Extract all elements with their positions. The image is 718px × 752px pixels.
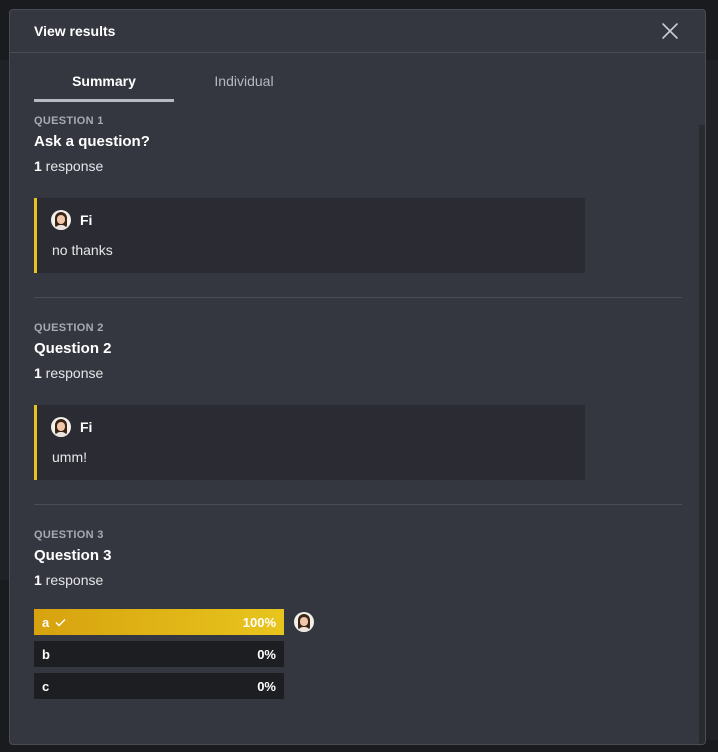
- poll-option-b: b 0%: [34, 641, 682, 667]
- question-title: Question 3: [34, 547, 112, 564]
- poll-bar: c 0%: [34, 673, 284, 699]
- question-label: QUESTION 3: [34, 529, 104, 541]
- modal-title: View results: [34, 23, 116, 39]
- question-title: Question 2: [34, 340, 112, 357]
- poll-option-label: a: [42, 615, 50, 630]
- respondent-name: Fi: [80, 419, 93, 435]
- question-label: QUESTION 2: [34, 322, 104, 334]
- backdrop-panel-right: [706, 60, 718, 740]
- poll-bar: b 0%: [34, 641, 284, 667]
- question-3: QUESTION 3 Question 3 1 response a 100% …: [34, 505, 682, 699]
- view-results-modal: View results Summary Individual QUESTION…: [9, 9, 706, 745]
- question-2: QUESTION 2 Question 2 1 response Fi umm!: [34, 298, 682, 505]
- question-1: QUESTION 1 Ask a question? 1 response Fi…: [34, 103, 682, 298]
- poll-option-a: a 100%: [34, 609, 682, 635]
- poll-percent: 100%: [242, 615, 276, 630]
- poll-percent: 0%: [257, 647, 276, 662]
- response-count-number: 1: [34, 365, 42, 381]
- poll-results: a 100% b 0% c 0%: [34, 609, 682, 699]
- avatar: [51, 210, 71, 230]
- response-count-suffix: response: [41, 365, 104, 381]
- response-count-suffix: response: [41, 572, 104, 588]
- respondent-name: Fi: [80, 212, 93, 228]
- results-tabs: Summary Individual: [34, 53, 705, 102]
- response-text: umm!: [52, 449, 87, 465]
- scrollbar[interactable]: [699, 125, 705, 744]
- response-count-number: 1: [34, 158, 42, 174]
- response-card: Fi umm!: [34, 405, 585, 480]
- poll-percent: 0%: [257, 679, 276, 694]
- response-count-number: 1: [34, 572, 42, 588]
- response-count: 1 response: [34, 365, 682, 381]
- response-card: Fi no thanks: [34, 198, 585, 273]
- poll-option-label: b: [42, 647, 50, 662]
- poll-option-c: c 0%: [34, 673, 682, 699]
- response-count: 1 response: [34, 158, 682, 174]
- tab-individual[interactable]: Individual: [174, 53, 314, 102]
- question-title: Ask a question?: [34, 133, 150, 150]
- voter-avatar[interactable]: [294, 612, 314, 632]
- results-scroll-area[interactable]: QUESTION 1 Ask a question? 1 response Fi…: [10, 103, 705, 744]
- check-icon: [55, 618, 66, 627]
- question-label: QUESTION 1: [34, 115, 104, 127]
- response-count-suffix: response: [41, 158, 104, 174]
- response-text: no thanks: [52, 242, 113, 258]
- close-button[interactable]: [661, 22, 679, 40]
- modal-header: View results: [10, 10, 705, 53]
- poll-option-label: c: [42, 679, 50, 694]
- tab-summary[interactable]: Summary: [34, 53, 174, 102]
- response-count: 1 response: [34, 572, 682, 588]
- poll-bar: a 100%: [34, 609, 284, 635]
- close-icon: [662, 23, 678, 39]
- avatar: [51, 417, 71, 437]
